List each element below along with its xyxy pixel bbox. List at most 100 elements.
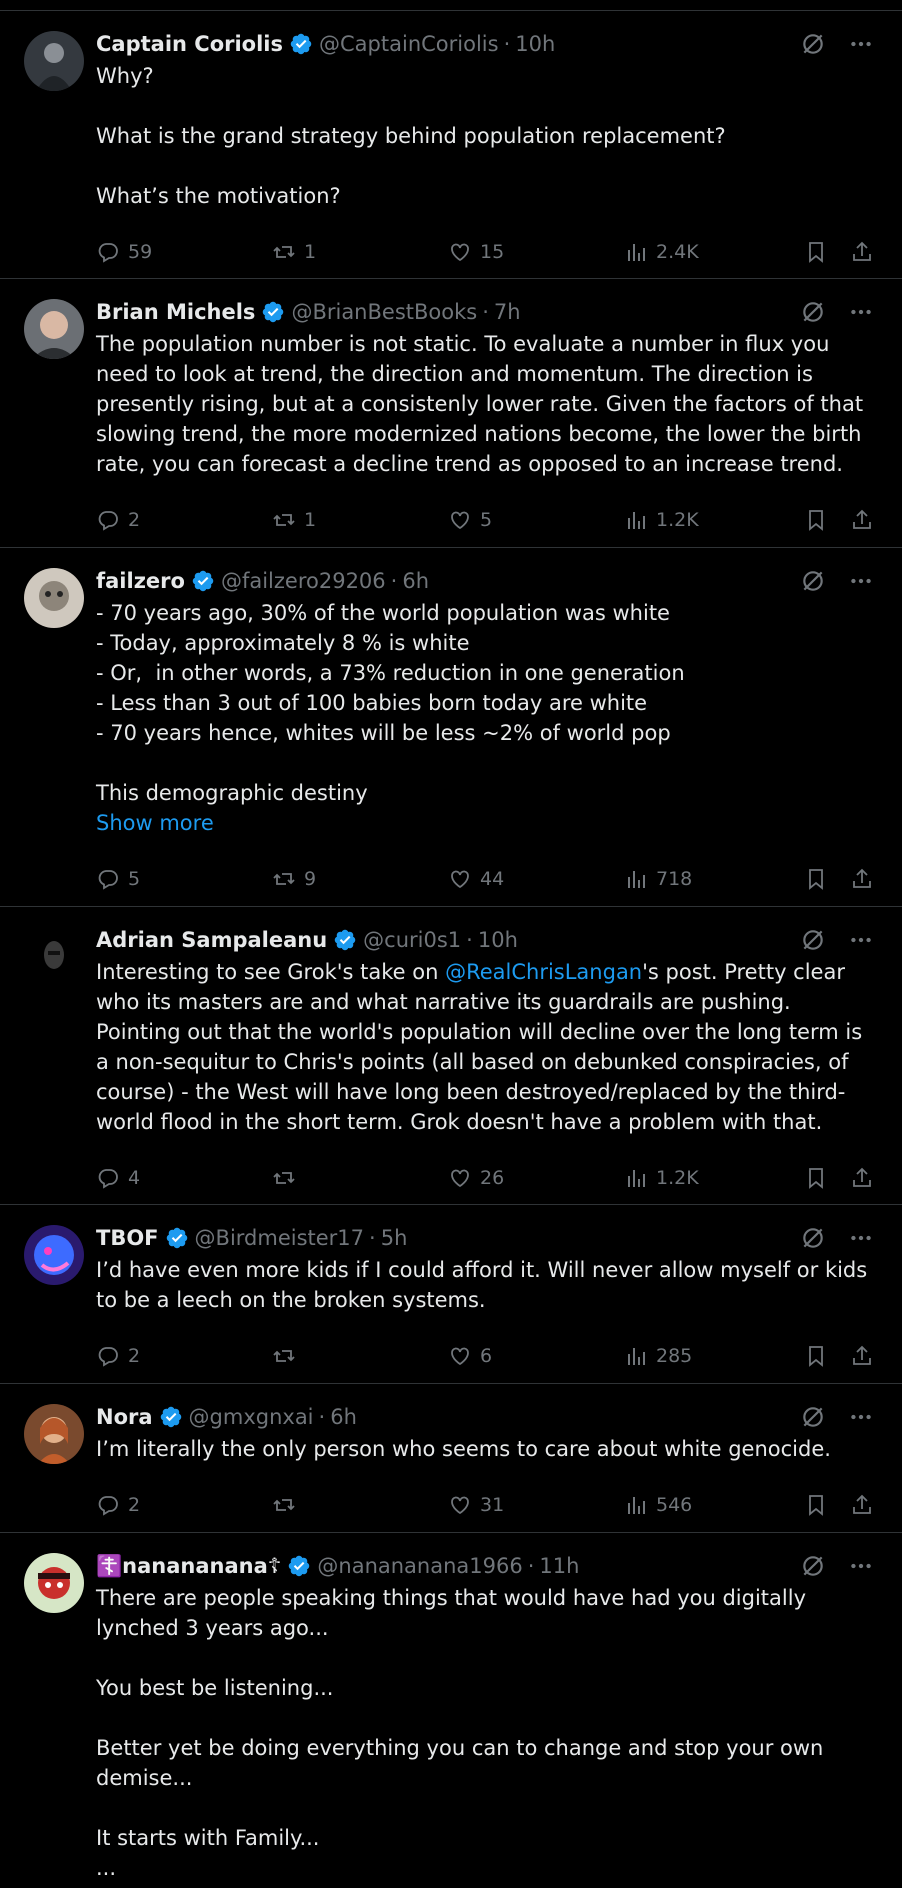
like-button[interactable]: 44 <box>448 867 504 891</box>
avatar[interactable] <box>24 31 84 91</box>
share-button[interactable] <box>850 1344 874 1368</box>
author-name[interactable]: Brian Michels <box>96 300 255 324</box>
grok-icon[interactable] <box>800 927 826 953</box>
like-count: 15 <box>480 241 505 263</box>
grok-icon[interactable] <box>800 568 826 594</box>
tweet-text: - 70 years ago, 30% of the world populat… <box>96 601 685 805</box>
retweet-button[interactable]: 1 <box>272 240 316 264</box>
timestamp[interactable]: 6h <box>330 1405 357 1429</box>
tweet[interactable]: TBOF @Birdmeister17 · 5h I’d have even m… <box>0 1205 902 1384</box>
share-button[interactable] <box>850 240 874 264</box>
retweet-button[interactable] <box>272 1493 304 1517</box>
share-button[interactable] <box>850 508 874 532</box>
timestamp[interactable]: 10h <box>478 928 518 952</box>
grok-icon[interactable] <box>800 299 826 325</box>
author-handle[interactable]: @CaptainCoriolis <box>319 32 499 56</box>
author-name[interactable]: failzero <box>96 569 185 593</box>
timestamp[interactable]: 11h <box>539 1554 579 1578</box>
retweet-button[interactable] <box>272 1344 304 1368</box>
views-button[interactable]: 1.2K <box>624 1166 699 1190</box>
avatar[interactable] <box>24 299 84 359</box>
more-icon[interactable] <box>848 299 874 325</box>
avatar[interactable] <box>24 568 84 628</box>
like-icon <box>448 1344 472 1368</box>
author-name[interactable]: Adrian Sampaleanu <box>96 928 327 952</box>
share-button[interactable] <box>850 1166 874 1190</box>
tweet[interactable]: Nora @gmxgnxai · 6h I’m literally the on… <box>0 1384 902 1533</box>
views-button[interactable]: 2.4K <box>624 240 699 264</box>
retweet-button[interactable]: 1 <box>272 508 316 532</box>
reply-button[interactable]: 5 <box>96 867 140 891</box>
author-name[interactable]: ☦️nanananana☦ <box>96 1554 281 1579</box>
reply-icon <box>96 1493 120 1517</box>
tweet[interactable]: failzero @failzero29206 · 6h - 70 years … <box>0 548 902 907</box>
share-icon <box>850 1166 874 1190</box>
author-name[interactable]: Captain Coriolis <box>96 32 283 56</box>
reply-button[interactable]: 2 <box>96 508 140 532</box>
grok-icon[interactable] <box>800 31 826 57</box>
avatar[interactable] <box>24 1404 84 1464</box>
author-name[interactable]: TBOF <box>96 1226 159 1250</box>
like-count: 44 <box>480 868 505 890</box>
views-button[interactable]: 546 <box>624 1493 692 1517</box>
bookmark-button[interactable] <box>804 1166 828 1190</box>
bookmark-button[interactable] <box>804 508 828 532</box>
author-handle[interactable]: @gmxgnxai <box>189 1405 314 1429</box>
bookmark-button[interactable] <box>804 240 828 264</box>
views-icon <box>624 1493 648 1517</box>
avatar[interactable] <box>24 927 84 987</box>
timestamp[interactable]: 6h <box>402 569 429 593</box>
tweet[interactable]: Adrian Sampaleanu @curi0s1 · 10h Interes… <box>0 907 902 1205</box>
views-button[interactable]: 285 <box>624 1344 692 1368</box>
retweet-button[interactable] <box>272 1166 304 1190</box>
like-button[interactable]: 5 <box>448 508 492 532</box>
timestamp[interactable]: 5h <box>381 1226 408 1250</box>
share-icon <box>850 1344 874 1368</box>
separator: · <box>318 1405 326 1429</box>
reply-button[interactable]: 2 <box>96 1493 140 1517</box>
author-name[interactable]: Nora <box>96 1405 153 1429</box>
like-button[interactable]: 15 <box>448 240 504 264</box>
reply-button[interactable]: 59 <box>96 240 152 264</box>
avatar[interactable] <box>24 1225 84 1285</box>
more-icon[interactable] <box>848 1225 874 1251</box>
bookmark-button[interactable] <box>804 1344 828 1368</box>
grok-icon[interactable] <box>800 1404 826 1430</box>
author-handle[interactable]: @curi0s1 <box>363 928 461 952</box>
reply-button[interactable]: 2 <box>96 1344 140 1368</box>
author-handle[interactable]: @Birdmeister17 <box>195 1226 365 1250</box>
views-count: 1.2K <box>656 509 699 531</box>
author-handle[interactable]: @failzero29206 <box>221 569 386 593</box>
retweet-button[interactable]: 9 <box>272 867 316 891</box>
verified-icon <box>287 1554 311 1578</box>
like-button[interactable]: 6 <box>448 1344 492 1368</box>
mention-link[interactable]: @RealChrisLangan <box>445 960 642 984</box>
more-icon[interactable] <box>848 31 874 57</box>
tweet[interactable]: Captain Coriolis @CaptainCoriolis · 10h … <box>0 11 902 279</box>
bookmark-button[interactable] <box>804 867 828 891</box>
like-button[interactable]: 31 <box>448 1493 504 1517</box>
author-handle[interactable]: @BrianBestBooks <box>291 300 477 324</box>
more-icon[interactable] <box>848 1404 874 1430</box>
grok-icon[interactable] <box>800 1553 826 1579</box>
timestamp[interactable]: 10h <box>515 32 555 56</box>
more-icon[interactable] <box>848 568 874 594</box>
bookmark-button[interactable] <box>804 1493 828 1517</box>
share-button[interactable] <box>850 1493 874 1517</box>
views-count: 285 <box>656 1345 693 1367</box>
reply-button[interactable]: 4 <box>96 1166 140 1190</box>
views-count: 2.4K <box>656 241 699 263</box>
avatar[interactable] <box>24 1553 84 1613</box>
show-more-link[interactable]: Show more <box>96 808 874 838</box>
like-button[interactable]: 26 <box>448 1166 504 1190</box>
share-button[interactable] <box>850 867 874 891</box>
tweet[interactable]: Brian Michels @BrianBestBooks · 7h The p… <box>0 279 902 548</box>
tweet[interactable]: ☦️nanananana☦ @nanananana1966 · 11h Ther… <box>0 1533 902 1888</box>
more-icon[interactable] <box>848 1553 874 1579</box>
author-handle[interactable]: @nanananana1966 <box>317 1554 522 1578</box>
grok-icon[interactable] <box>800 1225 826 1251</box>
views-button[interactable]: 718 <box>624 867 692 891</box>
views-button[interactable]: 1.2K <box>624 508 699 532</box>
timestamp[interactable]: 7h <box>494 300 521 324</box>
more-icon[interactable] <box>848 927 874 953</box>
